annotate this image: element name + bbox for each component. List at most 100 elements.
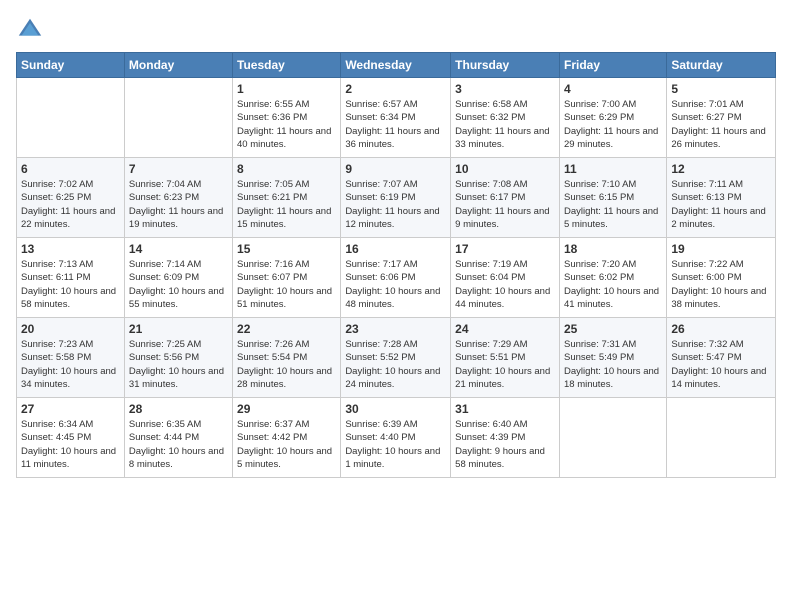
day-info: Sunrise: 7:02 AM Sunset: 6:25 PM Dayligh… xyxy=(21,178,120,231)
sunrise: Sunrise: 7:13 AM xyxy=(21,259,93,270)
calendar-week: 6 Sunrise: 7:02 AM Sunset: 6:25 PM Dayli… xyxy=(17,158,776,238)
sunrise: Sunrise: 7:11 AM xyxy=(671,179,743,190)
daylight: Daylight: 11 hours and 19 minutes. xyxy=(129,206,223,230)
daylight: Daylight: 10 hours and 48 minutes. xyxy=(345,286,440,310)
day-number: 19 xyxy=(671,242,771,256)
day-info: Sunrise: 7:19 AM Sunset: 6:04 PM Dayligh… xyxy=(455,258,555,311)
calendar-day: 23 Sunrise: 7:28 AM Sunset: 5:52 PM Dayl… xyxy=(341,318,451,398)
sunrise: Sunrise: 7:02 AM xyxy=(21,179,93,190)
calendar: SundayMondayTuesdayWednesdayThursdayFrid… xyxy=(16,52,776,478)
sunrise: Sunrise: 7:07 AM xyxy=(345,179,417,190)
daylight: Daylight: 10 hours and 34 minutes. xyxy=(21,366,116,390)
day-number: 4 xyxy=(564,82,662,96)
calendar-day: 7 Sunrise: 7:04 AM Sunset: 6:23 PM Dayli… xyxy=(124,158,232,238)
calendar-day: 17 Sunrise: 7:19 AM Sunset: 6:04 PM Dayl… xyxy=(451,238,560,318)
calendar-day: 19 Sunrise: 7:22 AM Sunset: 6:00 PM Dayl… xyxy=(667,238,776,318)
day-number: 30 xyxy=(345,402,446,416)
daylight: Daylight: 10 hours and 8 minutes. xyxy=(129,446,224,470)
calendar-day: 13 Sunrise: 7:13 AM Sunset: 6:11 PM Dayl… xyxy=(17,238,125,318)
calendar-day: 4 Sunrise: 7:00 AM Sunset: 6:29 PM Dayli… xyxy=(559,78,666,158)
day-info: Sunrise: 6:34 AM Sunset: 4:45 PM Dayligh… xyxy=(21,418,120,471)
weekday-header: Friday xyxy=(559,53,666,78)
day-number: 12 xyxy=(671,162,771,176)
day-info: Sunrise: 7:00 AM Sunset: 6:29 PM Dayligh… xyxy=(564,98,662,151)
calendar-day xyxy=(559,398,666,478)
day-number: 18 xyxy=(564,242,662,256)
daylight: Daylight: 10 hours and 24 minutes. xyxy=(345,366,440,390)
day-number: 1 xyxy=(237,82,336,96)
day-info: Sunrise: 7:16 AM Sunset: 6:07 PM Dayligh… xyxy=(237,258,336,311)
daylight: Daylight: 10 hours and 44 minutes. xyxy=(455,286,550,310)
weekday-header: Saturday xyxy=(667,53,776,78)
day-number: 13 xyxy=(21,242,120,256)
day-info: Sunrise: 7:25 AM Sunset: 5:56 PM Dayligh… xyxy=(129,338,228,391)
daylight: Daylight: 11 hours and 9 minutes. xyxy=(455,206,549,230)
calendar-day: 18 Sunrise: 7:20 AM Sunset: 6:02 PM Dayl… xyxy=(559,238,666,318)
day-number: 15 xyxy=(237,242,336,256)
calendar-day: 10 Sunrise: 7:08 AM Sunset: 6:17 PM Dayl… xyxy=(451,158,560,238)
sunrise: Sunrise: 7:22 AM xyxy=(671,259,743,270)
day-number: 28 xyxy=(129,402,228,416)
day-info: Sunrise: 7:20 AM Sunset: 6:02 PM Dayligh… xyxy=(564,258,662,311)
sunset: Sunset: 6:23 PM xyxy=(129,192,199,203)
sunrise: Sunrise: 7:04 AM xyxy=(129,179,201,190)
day-info: Sunrise: 6:58 AM Sunset: 6:32 PM Dayligh… xyxy=(455,98,555,151)
sunrise: Sunrise: 7:10 AM xyxy=(564,179,636,190)
daylight: Daylight: 11 hours and 5 minutes. xyxy=(564,206,658,230)
day-info: Sunrise: 7:11 AM Sunset: 6:13 PM Dayligh… xyxy=(671,178,771,231)
sunset: Sunset: 6:13 PM xyxy=(671,192,741,203)
day-info: Sunrise: 7:22 AM Sunset: 6:00 PM Dayligh… xyxy=(671,258,771,311)
sunrise: Sunrise: 7:01 AM xyxy=(671,99,743,110)
sunset: Sunset: 6:06 PM xyxy=(345,272,415,283)
day-info: Sunrise: 7:28 AM Sunset: 5:52 PM Dayligh… xyxy=(345,338,446,391)
calendar-day xyxy=(124,78,232,158)
sunrise: Sunrise: 7:26 AM xyxy=(237,339,309,350)
calendar-day: 28 Sunrise: 6:35 AM Sunset: 4:44 PM Dayl… xyxy=(124,398,232,478)
day-info: Sunrise: 6:37 AM Sunset: 4:42 PM Dayligh… xyxy=(237,418,336,471)
day-number: 20 xyxy=(21,322,120,336)
day-number: 2 xyxy=(345,82,446,96)
calendar-day: 15 Sunrise: 7:16 AM Sunset: 6:07 PM Dayl… xyxy=(233,238,341,318)
daylight: Daylight: 11 hours and 26 minutes. xyxy=(671,126,765,150)
sunrise: Sunrise: 6:58 AM xyxy=(455,99,527,110)
daylight: Daylight: 11 hours and 15 minutes. xyxy=(237,206,331,230)
day-number: 21 xyxy=(129,322,228,336)
day-number: 25 xyxy=(564,322,662,336)
day-info: Sunrise: 6:39 AM Sunset: 4:40 PM Dayligh… xyxy=(345,418,446,471)
sunset: Sunset: 4:40 PM xyxy=(345,432,415,443)
day-number: 9 xyxy=(345,162,446,176)
sunset: Sunset: 4:39 PM xyxy=(455,432,525,443)
sunrise: Sunrise: 6:55 AM xyxy=(237,99,309,110)
daylight: Daylight: 11 hours and 29 minutes. xyxy=(564,126,658,150)
sunrise: Sunrise: 6:35 AM xyxy=(129,419,201,430)
sunset: Sunset: 6:19 PM xyxy=(345,192,415,203)
daylight: Daylight: 10 hours and 38 minutes. xyxy=(671,286,766,310)
calendar-day: 25 Sunrise: 7:31 AM Sunset: 5:49 PM Dayl… xyxy=(559,318,666,398)
sunset: Sunset: 6:21 PM xyxy=(237,192,307,203)
sunrise: Sunrise: 7:31 AM xyxy=(564,339,636,350)
calendar-day: 27 Sunrise: 6:34 AM Sunset: 4:45 PM Dayl… xyxy=(17,398,125,478)
daylight: Daylight: 10 hours and 11 minutes. xyxy=(21,446,116,470)
sunrise: Sunrise: 7:16 AM xyxy=(237,259,309,270)
daylight: Daylight: 10 hours and 14 minutes. xyxy=(671,366,766,390)
sunset: Sunset: 4:45 PM xyxy=(21,432,91,443)
sunset: Sunset: 6:04 PM xyxy=(455,272,525,283)
day-number: 16 xyxy=(345,242,446,256)
calendar-day: 29 Sunrise: 6:37 AM Sunset: 4:42 PM Dayl… xyxy=(233,398,341,478)
daylight: Daylight: 10 hours and 5 minutes. xyxy=(237,446,332,470)
calendar-day: 20 Sunrise: 7:23 AM Sunset: 5:58 PM Dayl… xyxy=(17,318,125,398)
day-number: 7 xyxy=(129,162,228,176)
day-info: Sunrise: 6:57 AM Sunset: 6:34 PM Dayligh… xyxy=(345,98,446,151)
day-info: Sunrise: 7:17 AM Sunset: 6:06 PM Dayligh… xyxy=(345,258,446,311)
day-number: 14 xyxy=(129,242,228,256)
sunset: Sunset: 6:02 PM xyxy=(564,272,634,283)
sunrise: Sunrise: 7:17 AM xyxy=(345,259,417,270)
daylight: Daylight: 10 hours and 41 minutes. xyxy=(564,286,659,310)
sunset: Sunset: 5:58 PM xyxy=(21,352,91,363)
sunset: Sunset: 6:15 PM xyxy=(564,192,634,203)
daylight: Daylight: 11 hours and 12 minutes. xyxy=(345,206,439,230)
sunset: Sunset: 4:44 PM xyxy=(129,432,199,443)
day-info: Sunrise: 7:29 AM Sunset: 5:51 PM Dayligh… xyxy=(455,338,555,391)
sunrise: Sunrise: 6:37 AM xyxy=(237,419,309,430)
day-info: Sunrise: 7:32 AM Sunset: 5:47 PM Dayligh… xyxy=(671,338,771,391)
